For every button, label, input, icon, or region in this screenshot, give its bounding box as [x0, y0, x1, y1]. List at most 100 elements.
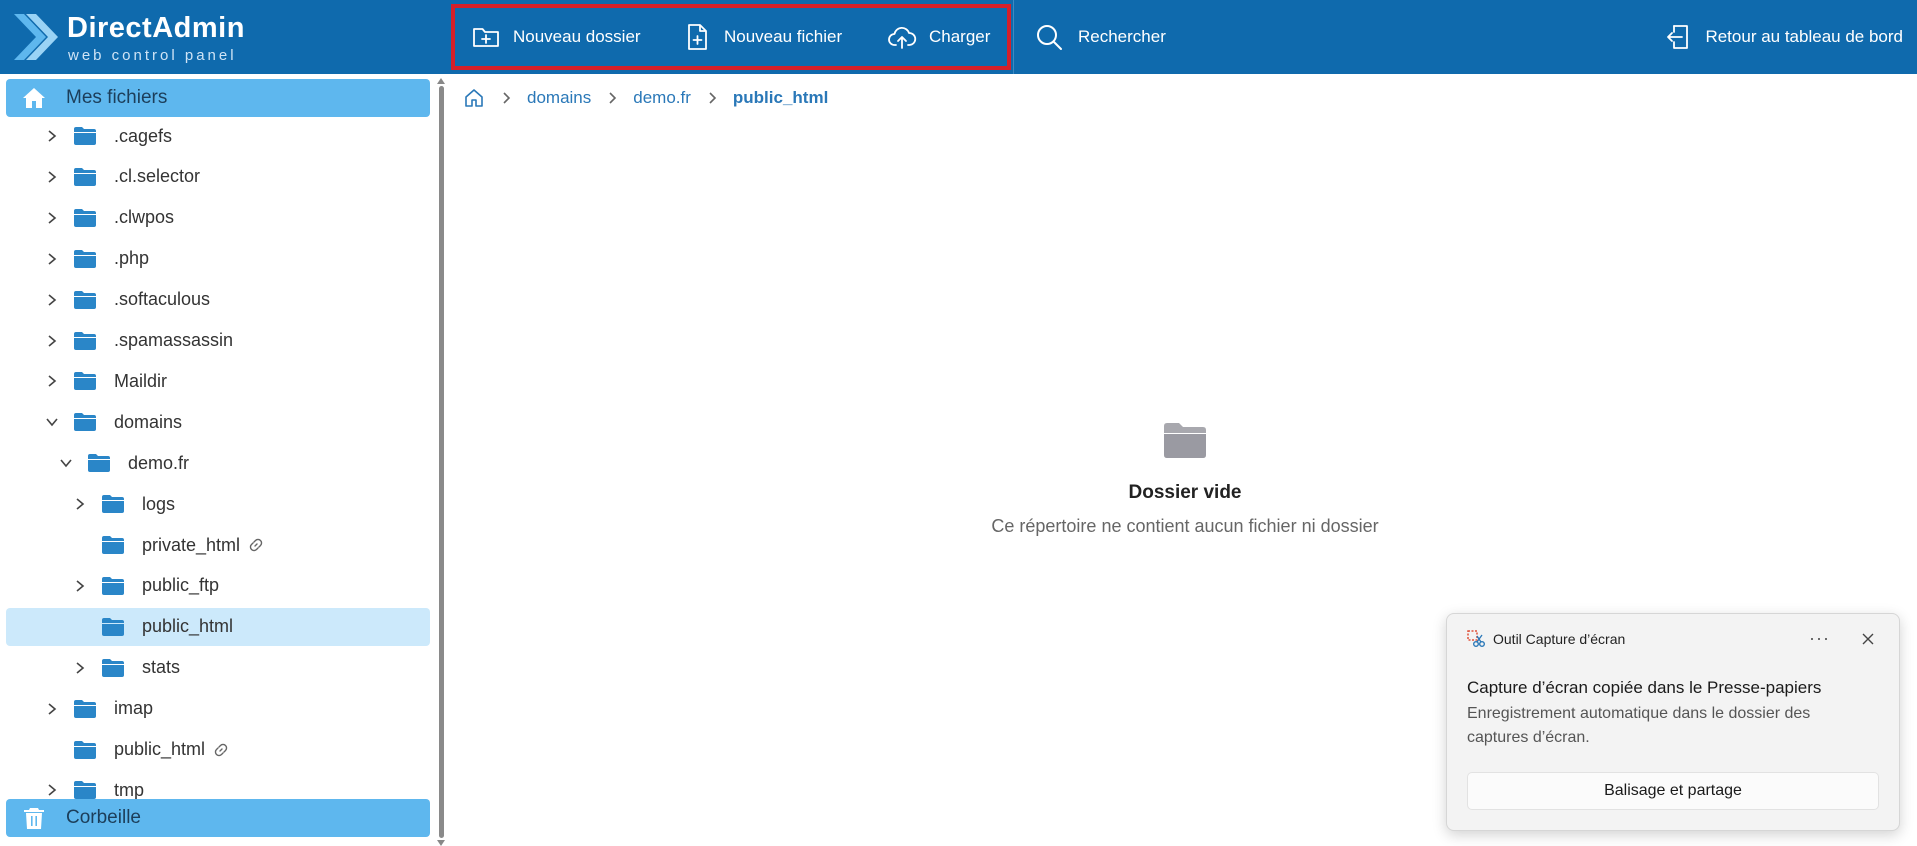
my-files-button[interactable]: Mes fichiers: [6, 79, 430, 117]
folder-icon: [74, 781, 96, 800]
file-plus-icon: [688, 24, 707, 50]
search-button[interactable]: Rechercher: [1034, 8, 1166, 66]
cloud-upload-icon: [888, 26, 917, 49]
snipping-tool-icon: [1467, 630, 1485, 647]
tree-item-text: .php: [114, 248, 150, 269]
tree-item-text: .spamassassin: [114, 330, 234, 350]
folder-icon: [74, 372, 96, 391]
tree-item[interactable]: .cl.selector: [6, 158, 430, 196]
tree-item[interactable]: .softaculous: [6, 281, 430, 319]
directadmin-logo[interactable]: DirectAdmin web control panel: [12, 10, 262, 64]
scroll-up-icon[interactable]: [437, 78, 445, 84]
folder-plus-icon: [473, 28, 499, 47]
back-to-dashboard-button[interactable]: Retour au tableau de bord: [1663, 8, 1903, 66]
close-icon[interactable]: [1861, 632, 1875, 646]
breadcrumb-item-demo[interactable]: demo.fr: [633, 88, 691, 108]
tree-item-label: public_html: [114, 739, 229, 760]
folder-icon: [74, 740, 96, 759]
toolbar-divider: [1013, 0, 1014, 74]
chevron-down-icon[interactable]: [45, 415, 59, 429]
chevron-right-icon[interactable]: [73, 497, 87, 511]
breadcrumb-chevron-icon: [709, 92, 717, 104]
tree-item-label: imap: [114, 698, 153, 719]
new-file-button[interactable]: Nouveau fichier: [682, 8, 842, 66]
markup-and-share-button[interactable]: Balisage et partage: [1467, 772, 1879, 810]
tree-item-text: private_html: [142, 534, 241, 555]
tree-item-label: .spamassassin: [114, 330, 233, 351]
folder-icon: [74, 127, 96, 145]
tree-item-text: domains: [114, 411, 183, 432]
breadcrumb: domains demo.fr public_html: [463, 84, 828, 112]
tree-item-label: .softaculous: [114, 289, 210, 310]
chevron-right-icon[interactable]: [45, 783, 59, 797]
tree-item-label: tmp: [114, 780, 144, 801]
snipping-tool-notification[interactable]: Outil Capture d’écran ··· Capture d’écra…: [1446, 613, 1900, 831]
tree-item[interactable]: imap: [6, 690, 430, 728]
chevron-right-icon[interactable]: [73, 661, 87, 675]
new-folder-button[interactable]: Nouveau dossier: [471, 8, 641, 66]
top-bar: DirectAdmin web control panel Nouveau do…: [0, 0, 1917, 74]
tree-item-text: public_html: [114, 739, 206, 759]
folder-icon: [74, 413, 96, 432]
search-label: Rechercher: [1078, 27, 1166, 46]
tree-item-label: domains: [114, 412, 182, 433]
my-files-label: Mes fichiers: [66, 87, 168, 108]
folder-icon: [102, 495, 124, 514]
breadcrumb-home-icon[interactable]: [463, 87, 485, 109]
new-file-label: Nouveau fichier: [724, 27, 843, 46]
scrollbar-thumb[interactable]: [439, 86, 444, 838]
tree-item-label: logs: [142, 494, 175, 515]
tree-item-label: public_ftp: [142, 575, 219, 596]
folder-icon: [1164, 423, 1206, 458]
new-folder-label: Nouveau dossier: [513, 27, 641, 46]
brand-title: DirectAdmin: [67, 12, 245, 44]
trash-button[interactable]: Corbeille: [6, 799, 430, 837]
sign-out-icon: [1667, 25, 1689, 49]
chevron-right-icon[interactable]: [45, 170, 59, 184]
tree-item[interactable]: private_html: [6, 526, 430, 564]
folder-icon: [102, 617, 124, 636]
tree-item[interactable]: domains: [6, 403, 430, 441]
upload-button[interactable]: Charger: [887, 8, 990, 66]
tree-item[interactable]: Maildir: [6, 362, 430, 400]
trash-label: Corbeille: [66, 807, 141, 828]
tree-item-text: .cagefs: [114, 125, 173, 146]
folder-icon: [74, 290, 96, 309]
folder-icon: [102, 658, 124, 677]
chevron-right-icon[interactable]: [45, 129, 59, 143]
chevron-right-icon[interactable]: [45, 293, 59, 307]
tree-item[interactable]: public_html: [6, 731, 430, 769]
scroll-down-icon[interactable]: [437, 840, 445, 846]
tree-item[interactable]: .spamassassin: [6, 322, 430, 360]
chevron-right-icon[interactable]: [45, 374, 59, 388]
tree-item[interactable]: public_html: [6, 607, 430, 646]
tree-item[interactable]: stats: [6, 649, 430, 687]
chevron-right-icon[interactable]: [45, 252, 59, 266]
notification-body: Enregistrement automatique dans le dossi…: [1467, 705, 1811, 746]
file-tree-sidebar: Mes fichiers .cagefs .cl.selector .clwpos.…: [0, 74, 440, 846]
tree-item-label: .php: [114, 248, 149, 269]
tree-item[interactable]: public_ftp: [6, 567, 430, 605]
folder-icon: [74, 699, 96, 718]
tree-item-text: logs: [142, 493, 176, 514]
home-icon: [23, 88, 45, 108]
tree-item[interactable]: .php: [6, 240, 430, 278]
chevron-right-icon[interactable]: [45, 334, 59, 348]
chevron-down-icon[interactable]: [59, 456, 73, 470]
tree-item[interactable]: .clwpos: [6, 199, 430, 237]
tree-item-text: public_ftp: [142, 575, 220, 596]
breadcrumb-current[interactable]: public_html: [733, 88, 828, 108]
sidebar-scrollbar[interactable]: [436, 78, 446, 846]
tree-item-label: demo.fr: [128, 453, 189, 474]
tree-item[interactable]: logs: [6, 485, 430, 523]
tree-item[interactable]: .cagefs: [6, 117, 430, 155]
chevron-right-icon[interactable]: [45, 211, 59, 225]
more-options-icon[interactable]: ···: [1809, 628, 1830, 649]
tree-item-text: .softaculous: [114, 289, 211, 310]
tree-item-text: public_html: [142, 616, 234, 637]
chevron-right-icon[interactable]: [73, 579, 87, 593]
breadcrumb-item-domains[interactable]: domains: [527, 88, 591, 108]
chevron-right-icon[interactable]: [45, 702, 59, 716]
tree-item[interactable]: demo.fr: [6, 444, 430, 482]
tree-item-label: private_html: [142, 535, 264, 556]
